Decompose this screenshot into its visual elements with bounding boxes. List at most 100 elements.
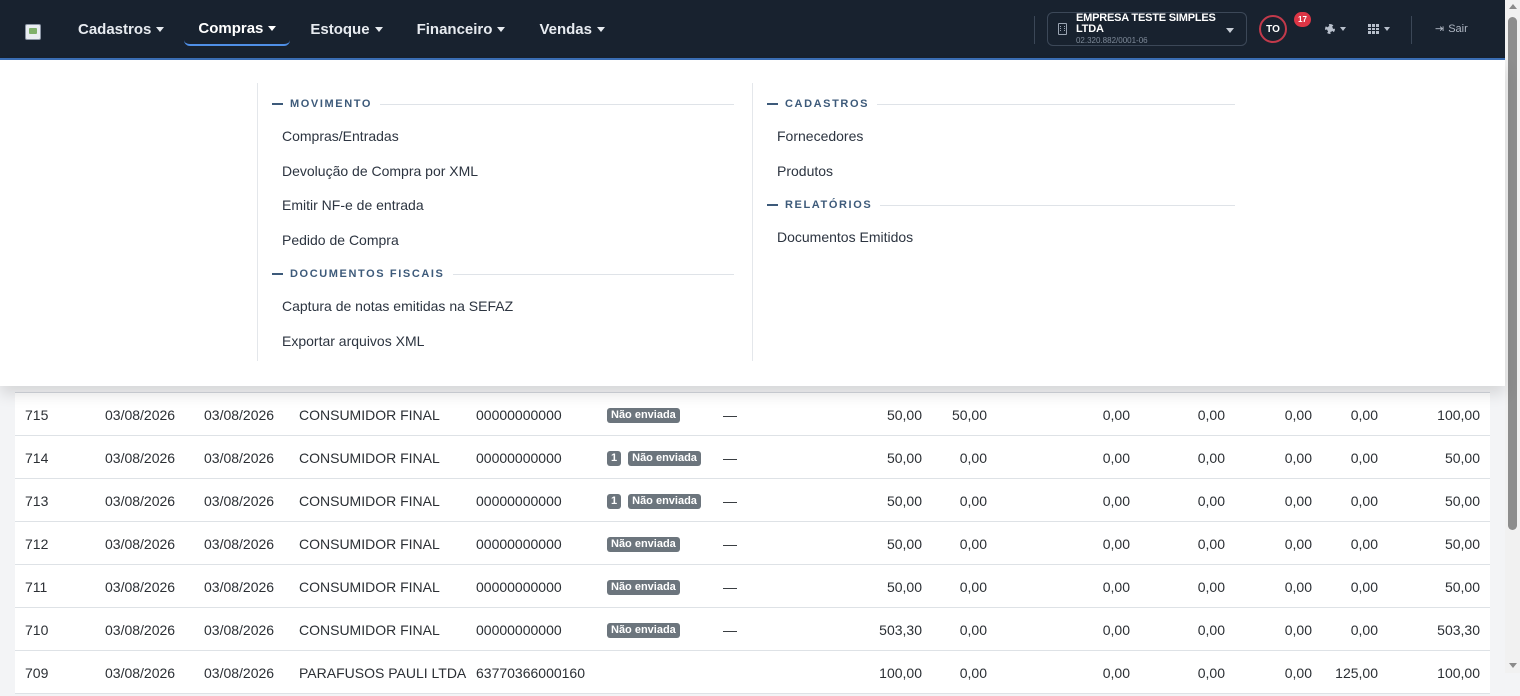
nav-item-cadastros[interactable]: Cadastros (64, 12, 178, 46)
cell-v1: 50,00 (886, 493, 922, 509)
table-row[interactable]: 713 03/08/2026 03/08/2026 CONSUMIDOR FINAL 0… (15, 479, 1490, 522)
status-cell: Não enviada (607, 408, 687, 423)
cell-v2: 0,00 (959, 493, 987, 509)
nav-item-label: Estoque (310, 20, 370, 38)
section-line (877, 103, 1235, 105)
cell-dash: — (723, 536, 737, 552)
cell-v2: 0,00 (959, 665, 987, 681)
link-fornecedores[interactable]: Fornecedores (753, 126, 1235, 161)
status-cell: Não enviada (607, 537, 687, 552)
count-badge: 1 (607, 451, 622, 466)
status-badge: Não enviada (607, 408, 680, 423)
nav-item-vendas[interactable]: Vendas (525, 12, 619, 46)
cell-id: 715 (25, 407, 49, 423)
grid-icon (1368, 24, 1380, 34)
page-scrollbar[interactable] (1505, 0, 1520, 673)
nav-item-label: Compras (198, 19, 264, 37)
cell-date1: 03/08/2026 (105, 536, 176, 552)
status-badge: Não enviada (607, 580, 680, 595)
cell-v3: 0,00 (1102, 536, 1130, 552)
caret-down-icon (156, 26, 165, 32)
settings-button[interactable] (1324, 20, 1346, 38)
status-cell: Não enviada (607, 580, 687, 595)
cell-date2: 03/08/2026 (204, 622, 275, 638)
gear-icon (1324, 23, 1336, 35)
cell-v5: 0,00 (1284, 407, 1312, 423)
cell-date2: 03/08/2026 (204, 665, 275, 681)
cell-doc: 63770366000160 (476, 665, 586, 681)
cell-dash: — (723, 407, 737, 423)
cell-id: 709 (25, 665, 49, 681)
cell-date1: 03/08/2026 (105, 450, 176, 466)
apps-button[interactable] (1368, 20, 1390, 38)
cell-v4: 0,00 (1197, 579, 1225, 595)
scroll-down-icon[interactable] (1509, 663, 1517, 668)
cell-v4: 0,00 (1197, 665, 1225, 681)
nav-item-compras[interactable]: Compras (184, 12, 291, 46)
logo-image[interactable] (25, 24, 41, 40)
cell-date2: 03/08/2026 (204, 407, 275, 423)
cell-client: CONSUMIDOR FINAL (299, 579, 440, 595)
cell-v2: 50,00 (951, 407, 987, 423)
cell-doc: 00000000000 (476, 493, 562, 509)
link-documentos-emitidos[interactable]: Documentos Emitidos (753, 227, 1235, 262)
cell-date1: 03/08/2026 (105, 665, 176, 681)
section-title: DOCUMENTOS FISCAIS (290, 268, 445, 280)
cell-v4: 0,00 (1197, 536, 1225, 552)
section-dash (272, 103, 283, 105)
cell-total: 50,00 (1444, 450, 1480, 466)
notification-badge[interactable]: 17 (1294, 12, 1311, 27)
table-row[interactable]: 714 03/08/2026 03/08/2026 CONSUMIDOR FINAL 0… (15, 436, 1490, 479)
company-selector[interactable]: EMPRESA TESTE SIMPLES LTDA 02.320.882/00… (1047, 12, 1247, 46)
cell-date1: 03/08/2026 (105, 622, 176, 638)
nav-item-estoque[interactable]: Estoque (296, 12, 396, 46)
cell-v1: 50,00 (886, 579, 922, 595)
status-cell: 1 Não enviada (607, 451, 708, 466)
link-pedido-compra[interactable]: Pedido de Compra (258, 230, 734, 265)
scrollbar-thumb[interactable] (1508, 17, 1517, 530)
cell-v6: 125,00 (1335, 665, 1378, 681)
company-cnpj: 02.320.882/0001-06 (1075, 36, 1148, 45)
table-row[interactable]: 715 03/08/2026 03/08/2026 CONSUMIDOR FINAL 0… (15, 393, 1490, 436)
section-dash (272, 273, 283, 275)
nav-item-financeiro[interactable]: Financeiro (403, 12, 520, 46)
link-captura-notas-sefaz[interactable]: Captura de notas emitidas na SEFAZ (258, 296, 734, 331)
cell-id: 710 (25, 622, 49, 638)
table-row[interactable]: 710 03/08/2026 03/08/2026 CONSUMIDOR FINAL 0… (15, 608, 1490, 651)
dropdown-column-right: CADASTROS Fornecedores Produtos RELATÓRI… (752, 83, 1235, 361)
scroll-up-icon[interactable] (1509, 4, 1517, 9)
cell-v5: 0,00 (1284, 450, 1312, 466)
cell-v5: 0,00 (1284, 493, 1312, 509)
cell-date1: 03/08/2026 (105, 579, 176, 595)
table-row[interactable]: 711 03/08/2026 03/08/2026 CONSUMIDOR FINAL 0… (15, 565, 1490, 608)
cell-id: 713 (25, 493, 49, 509)
cell-dash: — (723, 493, 737, 509)
section-title: RELATÓRIOS (785, 199, 873, 211)
cell-client: CONSUMIDOR FINAL (299, 407, 440, 423)
status-badge: Não enviada (607, 623, 680, 638)
sign-out-icon: ⇥ (1435, 23, 1445, 35)
link-produtos[interactable]: Produtos (753, 161, 1235, 196)
cell-v3: 0,00 (1102, 579, 1130, 595)
link-devolucao-compra-xml[interactable]: Devolução de Compra por XML (258, 161, 734, 196)
cell-v3: 0,00 (1102, 407, 1130, 423)
cell-dash: — (723, 579, 737, 595)
table-body: 715 03/08/2026 03/08/2026 CONSUMIDOR FINAL 0… (15, 393, 1490, 694)
section-header-cadastros: CADASTROS (767, 96, 1235, 112)
cell-date1: 03/08/2026 (105, 407, 176, 423)
section-header-movimento: MOVIMENTO (272, 96, 734, 112)
caret-down-icon (374, 26, 383, 32)
cell-dash: — (723, 450, 737, 466)
logout-button[interactable]: ⇥ Sair (1435, 22, 1468, 36)
link-compras-entradas[interactable]: Compras/Entradas (258, 126, 734, 161)
user-avatar[interactable]: TO (1259, 15, 1287, 43)
table-row[interactable]: 712 03/08/2026 03/08/2026 CONSUMIDOR FINAL 0… (15, 522, 1490, 565)
caret-down-icon (596, 26, 605, 32)
nav-item-label: Cadastros (78, 20, 152, 38)
link-emitir-nfe-entrada[interactable]: Emitir NF-e de entrada (258, 195, 734, 230)
link-exportar-xml[interactable]: Exportar arquivos XML (258, 331, 734, 366)
cell-total: 50,00 (1444, 536, 1480, 552)
section-title: MOVIMENTO (290, 98, 373, 110)
cell-client: CONSUMIDOR FINAL (299, 536, 440, 552)
cell-v6: 0,00 (1350, 579, 1378, 595)
